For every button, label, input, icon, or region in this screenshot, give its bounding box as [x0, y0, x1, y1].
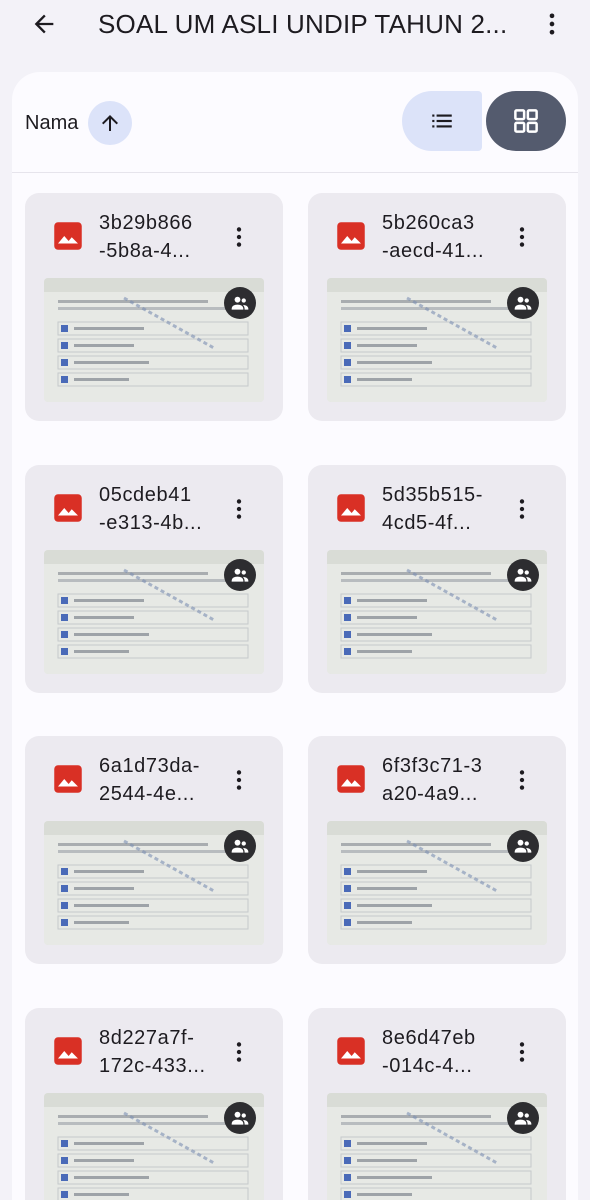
file-name: 8e6d47eb -014c-4... — [382, 1027, 476, 1077]
file-thumbnail[interactable] — [327, 278, 547, 402]
top-app-bar: SOAL UM ASLI UNDIP TAHUN 2... — [0, 0, 590, 48]
image-file-icon — [337, 765, 365, 793]
shared-badge — [507, 559, 539, 591]
list-view-button[interactable] — [402, 91, 482, 151]
file-more-button[interactable] — [225, 219, 253, 255]
people-icon — [514, 296, 532, 310]
file-card[interactable]: 05cdeb41 -e313-4b... — [25, 465, 283, 693]
divider — [12, 172, 578, 173]
grid-view-button[interactable] — [486, 91, 566, 151]
back-button[interactable] — [26, 6, 62, 42]
more-vert-icon — [519, 227, 525, 247]
image-file-icon — [54, 222, 82, 250]
file-name: 6a1d73da- 2544-4e... — [99, 755, 201, 805]
arrow-up-icon — [102, 115, 118, 131]
list-view-icon — [432, 114, 452, 128]
image-file-icon — [54, 1037, 82, 1065]
sort-direction-button[interactable] — [88, 101, 132, 145]
more-vert-icon — [519, 1042, 525, 1062]
file-card[interactable]: 6a1d73da- 2544-4e... — [25, 736, 283, 964]
people-icon — [231, 568, 249, 582]
people-icon — [231, 1111, 249, 1125]
shared-badge — [224, 1102, 256, 1134]
image-file-icon — [337, 494, 365, 522]
shared-badge — [507, 287, 539, 319]
people-icon — [514, 568, 532, 582]
more-vert-icon — [236, 1042, 242, 1062]
file-card[interactable]: 5b260ca3 -aecd-41... — [308, 193, 566, 421]
file-card[interactable]: 6f3f3c71-3 a20-4a9... — [308, 736, 566, 964]
arrow-left-icon — [34, 14, 54, 34]
file-more-button[interactable] — [508, 219, 536, 255]
image-file-icon — [337, 1037, 365, 1065]
more-vert-icon — [236, 499, 242, 519]
file-more-button[interactable] — [225, 1034, 253, 1070]
shared-badge — [224, 830, 256, 862]
file-name: 5b260ca3 -aecd-41... — [382, 212, 485, 262]
file-more-button[interactable] — [225, 491, 253, 527]
shared-badge — [507, 1102, 539, 1134]
people-icon — [514, 839, 532, 853]
grid-view-icon — [514, 109, 538, 133]
file-card[interactable]: 3b29b866 -5b8a-4... — [25, 193, 283, 421]
more-vert-icon — [236, 227, 242, 247]
more-options-button[interactable] — [534, 6, 570, 42]
more-vert-icon — [236, 770, 242, 790]
file-thumbnail[interactable] — [327, 550, 547, 674]
file-more-button[interactable] — [225, 762, 253, 798]
more-vert-icon — [519, 770, 525, 790]
file-thumbnail[interactable] — [44, 278, 264, 402]
more-vert-icon — [519, 499, 525, 519]
file-thumbnail[interactable] — [327, 1093, 547, 1200]
more-vert-icon — [549, 13, 555, 35]
shared-badge — [507, 830, 539, 862]
file-name: 8d227a7f- 172c-433... — [99, 1027, 206, 1077]
sort-label[interactable]: Nama — [25, 110, 78, 136]
shared-badge — [224, 559, 256, 591]
file-thumbnail[interactable] — [327, 821, 547, 945]
file-name: 5d35b515- 4cd5-4f... — [382, 484, 484, 534]
file-more-button[interactable] — [508, 762, 536, 798]
people-icon — [231, 839, 249, 853]
file-card[interactable]: 8d227a7f- 172c-433... — [25, 1008, 283, 1200]
file-thumbnail[interactable] — [44, 821, 264, 945]
file-more-button[interactable] — [508, 491, 536, 527]
image-file-icon — [54, 494, 82, 522]
file-name: 6f3f3c71-3 a20-4a9... — [382, 755, 483, 805]
file-thumbnail[interactable] — [44, 1093, 264, 1200]
file-name: 3b29b866 -5b8a-4... — [99, 212, 193, 262]
image-file-icon — [54, 765, 82, 793]
file-card[interactable]: 8e6d47eb -014c-4... — [308, 1008, 566, 1200]
file-name: 05cdeb41 -e313-4b... — [99, 484, 203, 534]
people-icon — [514, 1111, 532, 1125]
file-thumbnail[interactable] — [44, 550, 264, 674]
file-more-button[interactable] — [508, 1034, 536, 1070]
page-title: SOAL UM ASLI UNDIP TAHUN 2... — [98, 9, 508, 39]
people-icon — [231, 296, 249, 310]
sort-bar: Nama — [12, 72, 578, 172]
image-file-icon — [337, 222, 365, 250]
shared-badge — [224, 287, 256, 319]
file-card[interactable]: 5d35b515- 4cd5-4f... — [308, 465, 566, 693]
